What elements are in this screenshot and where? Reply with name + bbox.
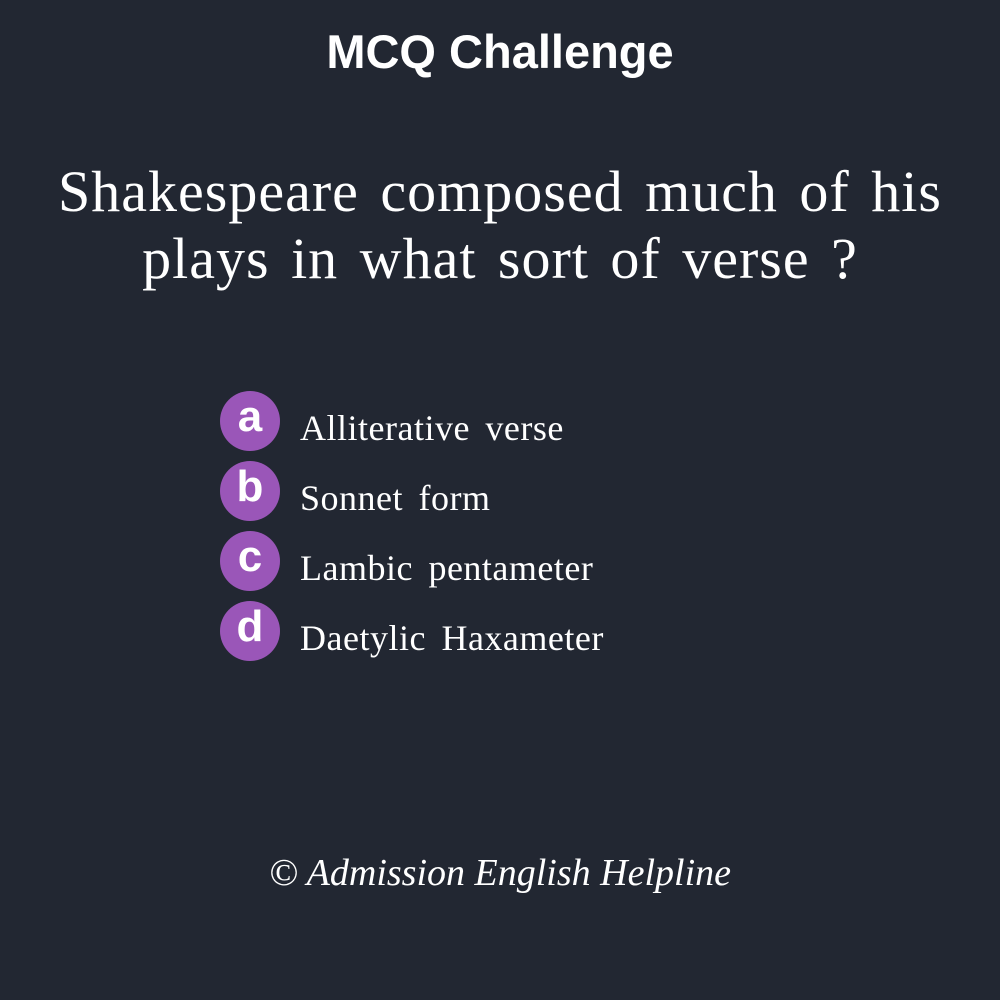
option-letter-badge: a	[220, 391, 280, 451]
option-label: Alliterative verse	[300, 408, 564, 448]
option-label: Daetylic Haxameter	[300, 618, 604, 658]
option-letter-badge: c	[220, 531, 280, 591]
option-letter-badge: b	[220, 461, 280, 521]
page-title: MCQ Challenge	[326, 25, 674, 78]
option-letter-badge: d	[220, 601, 280, 661]
option-d[interactable]: d Daetylic Haxameter	[220, 600, 920, 662]
question-text: Shakespeare composed much of his plays i…	[58, 159, 942, 291]
option-c[interactable]: c Lambic pentameter	[220, 530, 920, 592]
option-label: Lambic pentameter	[300, 548, 594, 588]
option-label: Sonnet form	[300, 478, 491, 518]
options-list: a Alliterative verse b Sonnet form c Lam…	[220, 390, 920, 670]
copyright-credit: © Admission English Helpline	[269, 852, 731, 894]
option-a[interactable]: a Alliterative verse	[220, 390, 920, 452]
option-b[interactable]: b Sonnet form	[220, 460, 920, 522]
